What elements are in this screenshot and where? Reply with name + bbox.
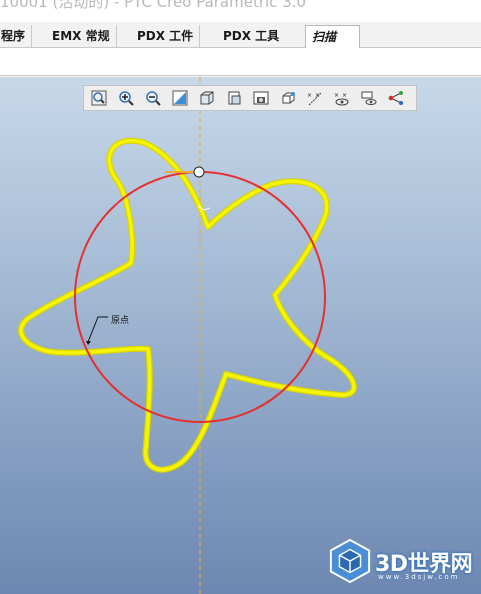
watermark-logo: 3D世界网 www.3dsjw.com <box>328 537 476 587</box>
graphics-toolbar: × × × × <box>83 85 417 111</box>
spin-center-icon[interactable] <box>385 87 407 109</box>
origin-leader-arrow <box>86 341 91 345</box>
sketch-scene <box>18 77 357 594</box>
datum-display-filters-icon[interactable]: × × <box>304 87 326 109</box>
point-display-icon[interactable]: × × <box>331 87 353 109</box>
display-style-icon[interactable] <box>196 87 218 109</box>
saved-orientations-icon[interactable] <box>223 87 245 109</box>
star-sweep-curve[interactable] <box>18 138 357 473</box>
window-title-bar: 10001 (活动的) - PTC Creo Parametric 3.0 <box>0 0 481 22</box>
svg-text:×: × <box>307 92 312 99</box>
annotation-display-icon[interactable] <box>358 87 380 109</box>
ribbon-panel <box>0 48 481 76</box>
cube-icon <box>329 538 371 584</box>
perspective-view-icon[interactable] <box>277 87 299 109</box>
watermark-site: www.3dsjw.com <box>378 573 460 581</box>
graphics-area[interactable]: 原点 × × × × 3D世界网 www.3dsjw.com <box>0 77 481 594</box>
svg-text:×: × <box>334 92 339 99</box>
zoom-out-icon[interactable] <box>142 87 164 109</box>
view-manager-icon[interactable] <box>250 87 272 109</box>
star-sweep-curve-highlight <box>19 139 356 472</box>
ribbon-tab-bar: 程序 EMX 常规 PDX 工件 PDX 工具 扫描 <box>0 22 481 49</box>
origin-leader <box>87 316 108 343</box>
start-point-handle[interactable] <box>193 166 205 178</box>
refit-icon[interactable] <box>88 87 110 109</box>
tab-pdx-workpiece[interactable]: PDX 工件 <box>131 25 201 48</box>
svg-text:×: × <box>342 92 347 99</box>
tab-pdx-tools[interactable]: PDX 工具 <box>217 25 285 48</box>
zoom-in-icon[interactable] <box>115 87 137 109</box>
origin-label: 原点 <box>111 316 130 326</box>
repaint-icon[interactable] <box>169 87 191 109</box>
tab-sweep[interactable]: 扫描 <box>305 25 360 49</box>
tab-program[interactable]: 程序 <box>0 25 33 48</box>
window-title: 10001 (活动的) - PTC Creo Parametric 3.0 <box>0 0 307 11</box>
tab-emx-general[interactable]: EMX 常规 <box>46 25 117 48</box>
